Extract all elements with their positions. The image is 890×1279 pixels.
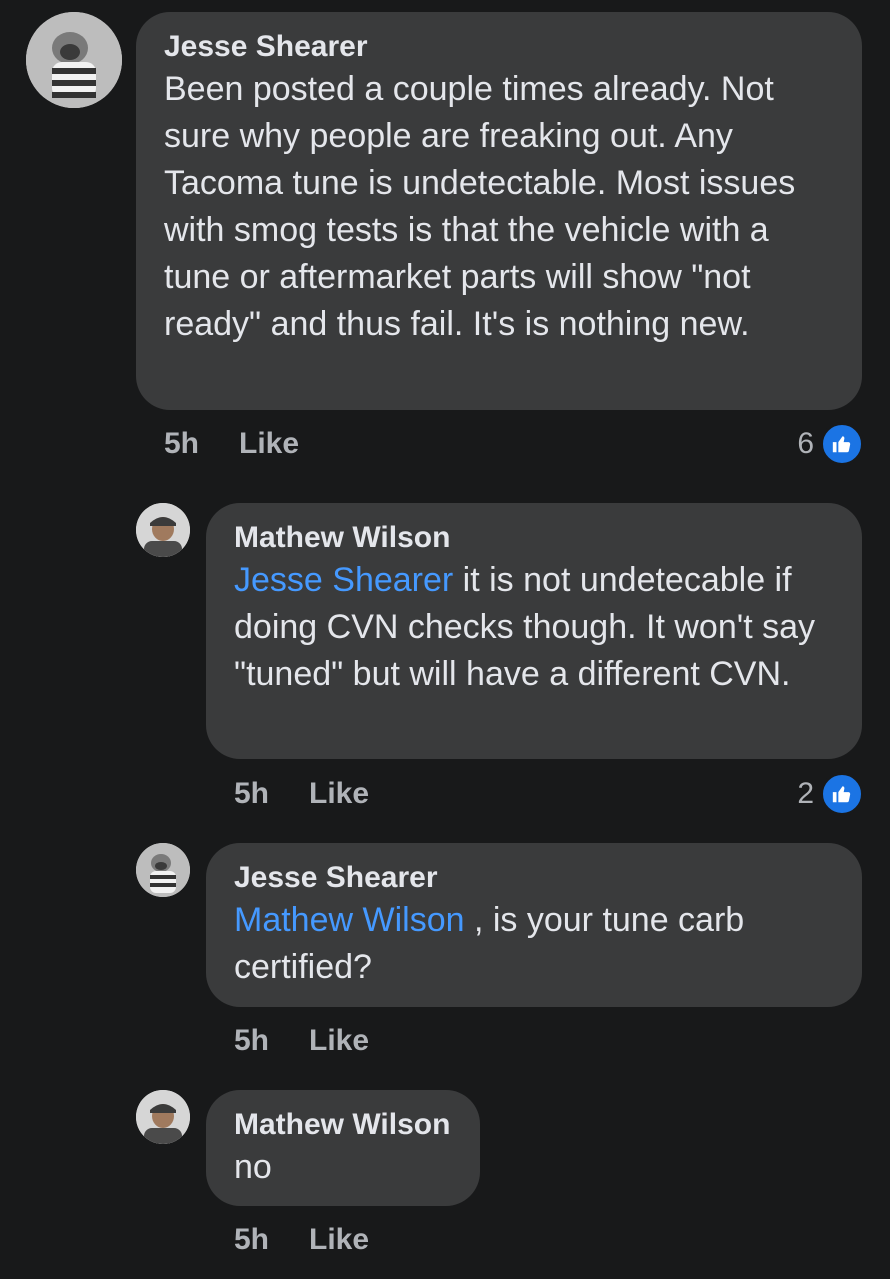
avatar[interactable] [136,843,190,897]
avatar[interactable] [136,1090,190,1144]
like-button[interactable]: Like [309,777,369,810]
comment-actions: 5h Like [234,777,369,811]
avatar[interactable] [26,12,122,108]
comment-author[interactable]: Jesse Shearer [164,28,834,66]
man-avatar-icon [136,1090,190,1144]
comment-bubble: Jesse Shearer Been posted a couple times… [136,12,862,410]
like-button[interactable]: Like [309,1223,369,1256]
comment-author[interactable]: Mathew Wilson [234,1106,452,1144]
like-button[interactable]: Like [239,427,299,460]
avatar[interactable] [136,503,190,557]
mention-link[interactable]: Jesse Shearer [234,561,453,599]
comment-text: no [234,1148,272,1186]
comment-bubble: Mathew Wilson no [206,1090,480,1206]
comment-actions: 5h Like [234,1024,369,1058]
comment-time[interactable]: 5h [234,777,269,810]
reaction-count[interactable]: 2 [797,772,864,816]
dog-avatar-icon [136,843,190,897]
reaction-count[interactable]: 6 [797,422,864,466]
man-avatar-icon [136,503,190,557]
comment-time[interactable]: 5h [164,427,199,460]
thumbs-up-icon [820,772,864,816]
dog-avatar-icon [26,12,122,108]
reaction-number: 6 [797,427,814,460]
comment-text: Mathew Wilson , is your tune carb certif… [234,897,834,991]
comment-time[interactable]: 5h [234,1223,269,1256]
like-button[interactable]: Like [309,1024,369,1057]
comment-text: Jesse Shearer it is not undetecable if d… [234,557,834,698]
comment-bubble: Mathew Wilson Jesse Shearer it is not un… [206,503,862,759]
comment-time[interactable]: 5h [234,1024,269,1057]
comment-bubble: Jesse Shearer Mathew Wilson , is your tu… [206,843,862,1007]
comment-author[interactable]: Jesse Shearer [234,859,834,897]
comment-text: Been posted a couple times already. Not … [164,70,796,343]
comment-author[interactable]: Mathew Wilson [234,519,834,557]
thumbs-up-icon [820,422,864,466]
reaction-number: 2 [797,777,814,810]
comment-actions: 5h Like [164,427,299,461]
mention-link[interactable]: Mathew Wilson [234,901,465,939]
comment-actions: 5h Like [234,1223,369,1257]
